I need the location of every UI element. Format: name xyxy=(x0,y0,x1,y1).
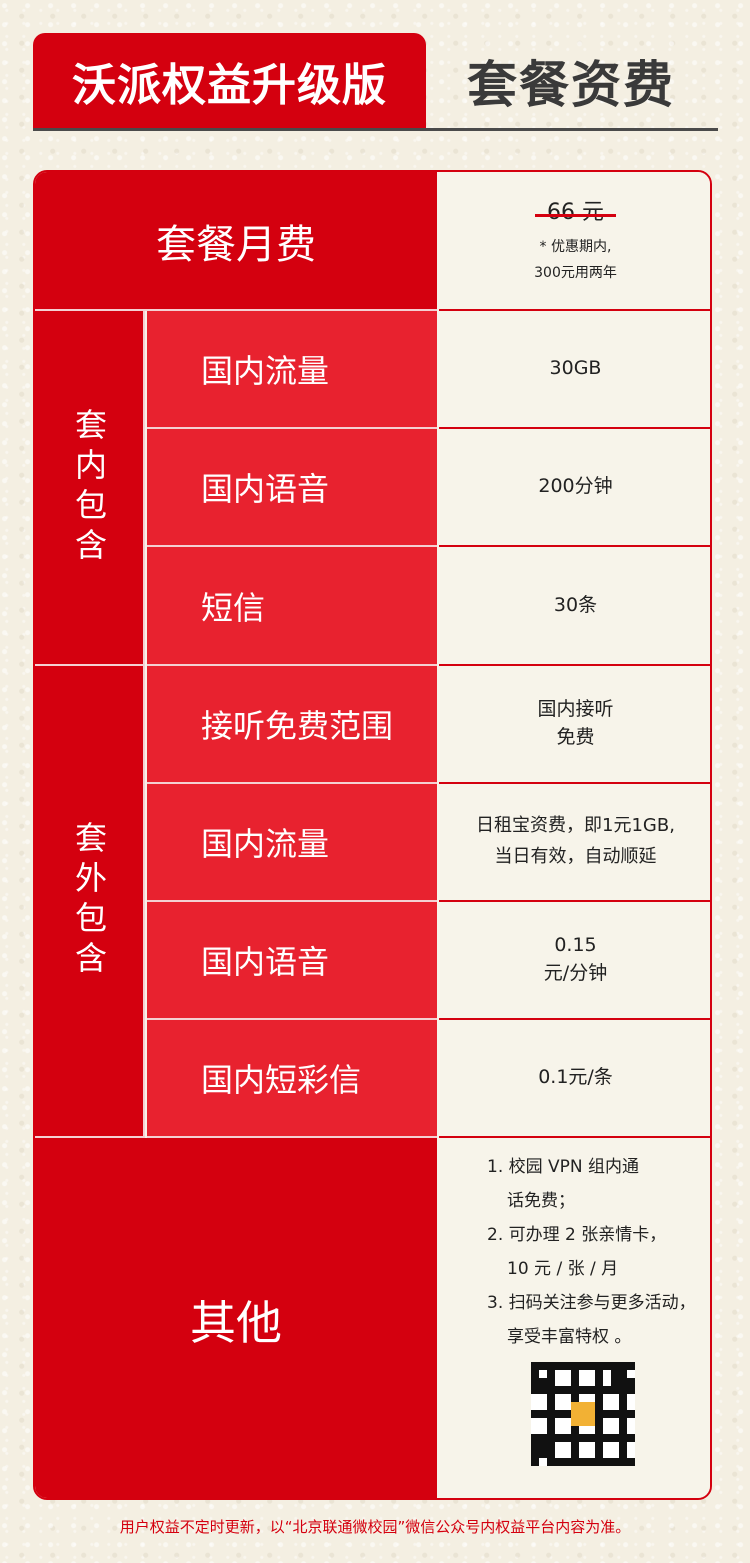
excluded-row-value: 0.1元/条 xyxy=(439,1020,710,1138)
included-row-label: 国内语音 xyxy=(147,429,437,547)
excluded-row-label: 国内流量 xyxy=(147,784,437,902)
excluded-row-value: 日租宝资费，即1元1GB, 当日有效，自动顺延 xyxy=(439,784,710,902)
included-group: 套内包含 xyxy=(35,311,145,666)
value-line: 当日有效，自动顺延 xyxy=(494,846,657,867)
value-line: 元/分钟 xyxy=(543,962,608,984)
included-row-value: 200分钟 xyxy=(439,429,710,547)
included-row-label: 国内流量 xyxy=(147,311,437,429)
excluded-group-label: 套外包含 xyxy=(70,821,108,981)
header-divider xyxy=(33,128,718,131)
monthly-fee-value: 66 元 * 优惠期内, 300元用两年 xyxy=(439,172,710,311)
others-item: 1. 校园 VPN 组内通 xyxy=(487,1157,640,1177)
others-item: 话免费； xyxy=(507,1191,575,1211)
header-title-tab: 沃派权益升级版 xyxy=(33,33,426,129)
fee-note-line1: * 优惠期内, xyxy=(539,239,612,256)
excluded-row-label: 接听免费范围 xyxy=(147,666,437,784)
others-content: 1. 校园 VPN 组内通 话免费； 2. 可办理 2 张亲情卡， 10 元 /… xyxy=(439,1138,710,1498)
value-line: 国内接听 xyxy=(537,698,614,721)
included-row-label: 短信 xyxy=(147,547,437,666)
original-price: 66 元 xyxy=(535,197,616,229)
excluded-row-label: 国内语音 xyxy=(147,902,437,1020)
others-item: 3. 扫码关注参与更多活动， xyxy=(487,1293,696,1313)
included-row-value: 30GB xyxy=(439,311,710,429)
others-item: 10 元 / 张 / 月 xyxy=(507,1259,619,1279)
header-subtitle: 套餐资费 xyxy=(467,56,675,114)
others-label: 其他 xyxy=(35,1138,437,1498)
excluded-row-label: 国内短彩信 xyxy=(147,1020,437,1138)
included-row-value: 30条 xyxy=(439,547,710,666)
value-line: 免费 xyxy=(556,726,595,748)
fee-table: 套餐月费 66 元 * 优惠期内, 300元用两年 套内包含 国内流量 30GB… xyxy=(33,170,712,1500)
others-item: 2. 可办理 2 张亲情卡， xyxy=(487,1225,667,1245)
excluded-group: 套外包含 xyxy=(35,666,145,1138)
monthly-fee-label: 套餐月费 xyxy=(35,172,437,311)
value-line: 日租宝资费，即1元1GB, xyxy=(476,815,675,837)
excluded-row-value: 0.15 元/分钟 xyxy=(439,902,710,1020)
included-group-label: 套内包含 xyxy=(70,407,108,568)
footer-note: 用户权益不定时更新，以“北京联通微校园”微信公众号内权益平台内容为准。 xyxy=(119,1518,631,1536)
qr-code-icon[interactable] xyxy=(531,1362,635,1466)
value-line: 0.1元/条 xyxy=(538,1066,613,1089)
fee-note-line2: 300元用两年 xyxy=(534,265,617,282)
excluded-row-value: 国内接听 免费 xyxy=(439,666,710,784)
value-line: 0.15 xyxy=(554,934,597,957)
others-item: 享受丰富特权 。 xyxy=(507,1327,632,1347)
